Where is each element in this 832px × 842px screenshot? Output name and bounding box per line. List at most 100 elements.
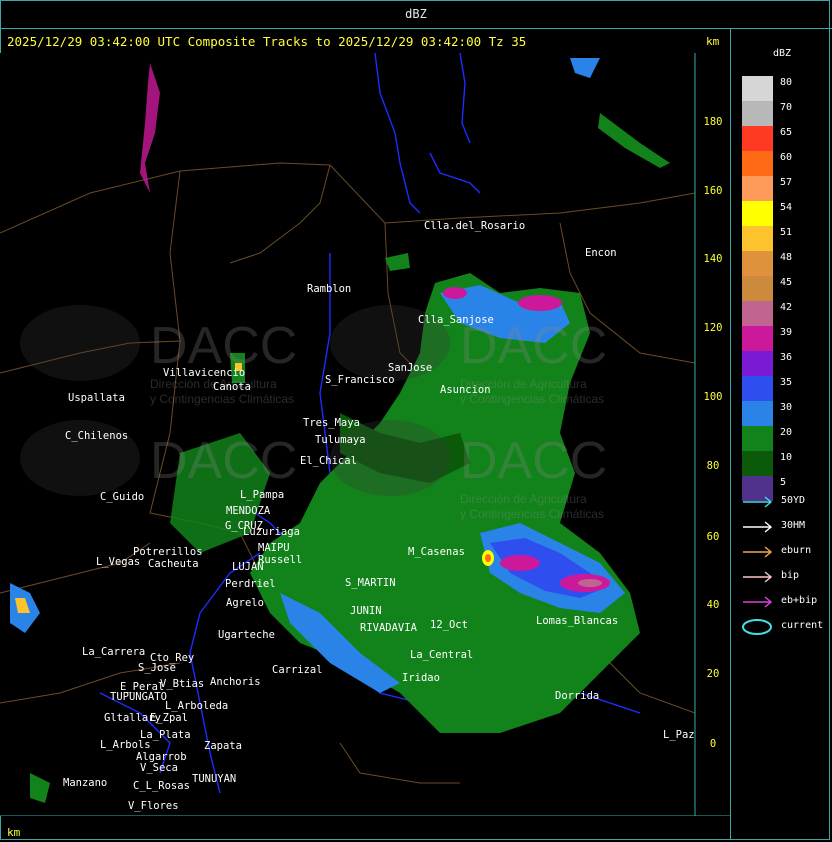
legend-swatch — [742, 251, 773, 276]
legend-swatch — [742, 326, 773, 351]
watermark-line2-a: y Contingencias Climáticas — [150, 392, 294, 406]
legend-swatch — [742, 351, 773, 376]
place-label: C_Guido — [100, 491, 144, 503]
y-tick-label: 0 — [710, 738, 716, 750]
place-label: MAIPU — [258, 542, 290, 554]
y-tick-label: 80 — [707, 460, 720, 472]
track-arrow-icon — [743, 546, 773, 558]
place-label: 12_Oct — [430, 619, 468, 631]
place-label: Manzano — [63, 777, 107, 789]
track-arrow-icon — [743, 571, 773, 583]
place-label: Ugarteche — [218, 629, 275, 641]
track-legend-label: eb+bip — [781, 595, 818, 606]
legend-swatch — [742, 426, 773, 451]
legend-swatch-label: 54 — [780, 202, 793, 213]
place-label: Anchoris — [210, 676, 261, 688]
product-label: dBZ — [405, 7, 427, 21]
place-label: JUNIN — [350, 605, 382, 617]
legend-swatch-label: 10 — [780, 452, 793, 463]
place-label: TUPUNGATO — [110, 691, 167, 703]
place-label: S_MARTIN — [345, 577, 396, 589]
place-label: Potrerillos — [133, 546, 203, 558]
place-label: Clla.del_Rosario — [424, 220, 525, 232]
legend-swatch — [742, 151, 773, 176]
legend-swatch-label: 57 — [780, 177, 793, 188]
place-label: Uspallata — [68, 392, 125, 404]
legend-swatch-label: 39 — [780, 327, 793, 338]
track-legend-label: bip — [781, 570, 800, 581]
legend-panel: dBZ 80 70 65 60 57 54 51 48 45 42 39 36 35 30 20 10 5 50… — [730, 29, 831, 840]
place-label: C_L_Rosas — [133, 780, 190, 792]
legend-swatch — [742, 276, 773, 301]
place-label: L_Vegas — [96, 556, 140, 568]
legend-swatch — [742, 126, 773, 151]
place-label: El_Chical — [300, 455, 357, 467]
map-title: 2025/12/29 03:42:00 UTC Composite Tracks… — [7, 34, 527, 49]
map-footer: km — [0, 816, 730, 840]
place-label: L_Paz — [663, 729, 695, 741]
y-tick-label: 60 — [707, 531, 720, 543]
legend-swatch-label: 60 — [780, 152, 793, 163]
product-header: dBZ — [0, 0, 832, 29]
place-label: V_Flores — [128, 800, 179, 812]
legend-swatch-label: 42 — [780, 302, 793, 313]
watermark-line2-c: y Contingencias Climáticas — [460, 507, 604, 521]
watermark-line1-c: Dirección de Agricultura — [460, 492, 587, 506]
place-label: Agrelo — [226, 597, 264, 609]
place-label: Zapata — [204, 740, 242, 752]
legend-swatch-label: 35 — [780, 377, 793, 388]
place-label: La_Carrera — [82, 646, 145, 658]
legend-swatch — [742, 226, 773, 251]
place-label: Iridao — [402, 672, 440, 684]
legend-swatch — [742, 201, 773, 226]
legend-swatch-label: 30 — [780, 402, 793, 413]
place-label: C_Chilenos — [65, 430, 128, 442]
place-label: Russell — [258, 554, 302, 566]
watermark-logo-3: DACC — [150, 432, 297, 490]
place-label: Encon — [585, 247, 617, 259]
y-tick-label: 40 — [707, 599, 720, 611]
legend-swatch — [742, 376, 773, 401]
legend-swatch — [742, 176, 773, 201]
place-label: M_Casenas — [408, 546, 465, 558]
place-label: Ramblon — [307, 283, 351, 295]
track-arrow-icon — [743, 596, 773, 608]
place-label: L_Arbols — [100, 739, 151, 751]
legend-swatch-label: 5 — [780, 477, 787, 488]
place-label: Luzuriaga — [243, 526, 300, 538]
y-tick-label: 120 — [704, 322, 723, 334]
legend-swatch-label: 80 — [780, 77, 793, 88]
place-label: Lomas_Blancas — [536, 615, 618, 627]
map-title-bar: 2025/12/29 03:42:00 UTC Composite Tracks… — [0, 29, 730, 53]
place-label: V_Seca — [140, 762, 178, 774]
place-label: V_Btias — [160, 678, 204, 690]
radar-map[interactable]: DACC DACC DACC DACC Dirección de Agricul… — [0, 53, 730, 816]
place-label: S_Francisco — [325, 374, 395, 386]
track-arrow-icon — [743, 521, 773, 533]
legend-swatch-label: 65 — [780, 127, 793, 138]
place-label: Carrizal — [272, 664, 323, 676]
legend-swatch-label: 51 — [780, 227, 793, 238]
track-legend-label: current — [781, 620, 824, 631]
place-label: TUNUYAN — [192, 773, 236, 785]
place-label: Asuncion — [440, 384, 491, 396]
track-legend-label: 30HM — [781, 520, 806, 531]
place-label: Dorrida — [555, 690, 599, 702]
legend-swatch-label: 20 — [780, 427, 793, 438]
place-label: Villavicencio — [163, 367, 245, 379]
legend-title: dBZ — [773, 48, 792, 59]
y-tick-label: 100 — [704, 391, 723, 403]
km-unit-top: km — [706, 35, 720, 48]
y-tick-label: 160 — [704, 185, 723, 197]
place-label: Clla_Sanjose — [418, 314, 494, 326]
place-label: La_Central — [410, 649, 473, 661]
track-legend-label: 50YD — [781, 495, 806, 506]
place-label: Cacheuta — [148, 558, 199, 570]
place-label: RIVADAVIA — [360, 622, 418, 634]
track-arrow-icon — [743, 496, 773, 508]
legend-swatch-label: 48 — [780, 252, 793, 263]
km-unit-bottom: km — [7, 826, 21, 839]
legend-swatch — [742, 451, 773, 476]
place-label: SanJose — [388, 362, 432, 374]
legend-swatch — [742, 401, 773, 426]
